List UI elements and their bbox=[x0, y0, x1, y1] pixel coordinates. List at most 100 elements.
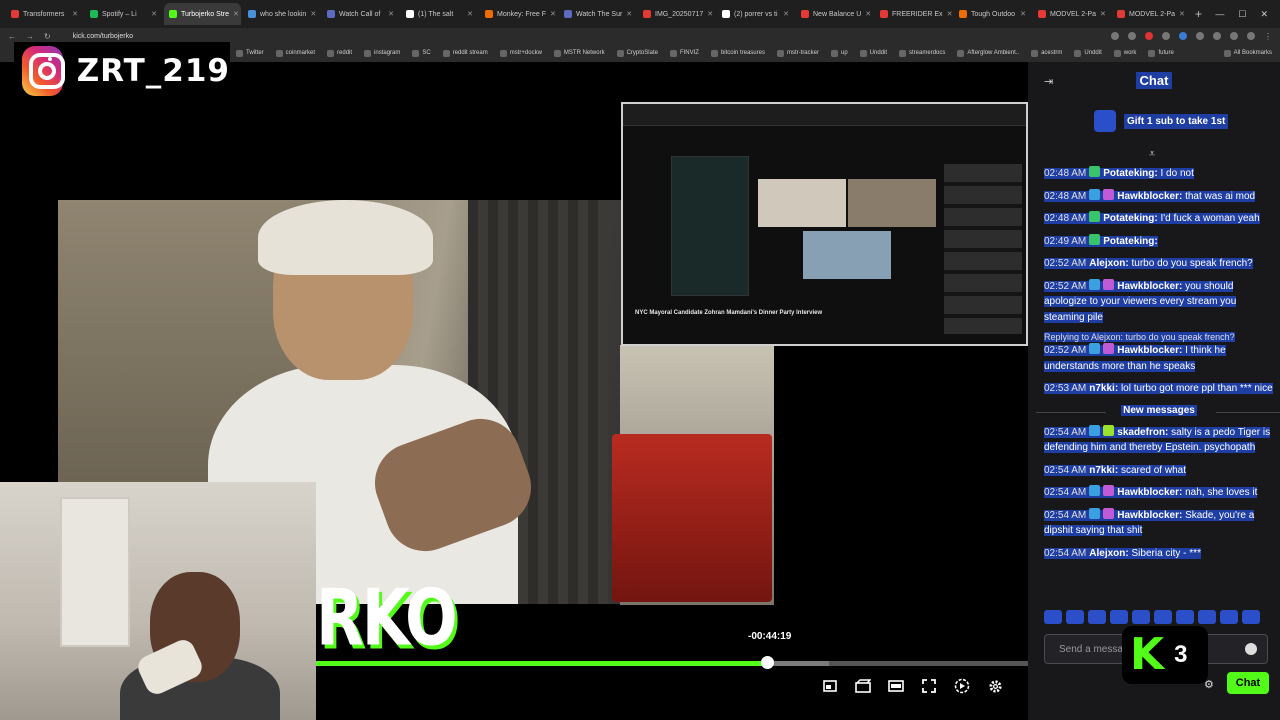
emote-icon[interactable] bbox=[1176, 610, 1194, 624]
close-tab-icon[interactable]: ✕ bbox=[1100, 10, 1106, 18]
browser-tab[interactable]: (1) The salt ✕ bbox=[401, 3, 478, 25]
emote-icon[interactable] bbox=[1088, 610, 1106, 624]
browser-tab[interactable]: Transformers ✕ bbox=[6, 3, 83, 25]
emote-icon[interactable] bbox=[1220, 610, 1238, 624]
reply-context[interactable]: Replying to Alejxon: turbo do you speak … bbox=[1044, 332, 1274, 342]
miniplayer-icon[interactable] bbox=[822, 678, 838, 694]
progress-bar[interactable] bbox=[316, 661, 1028, 666]
bookmark-item[interactable]: FINVIZ bbox=[669, 49, 699, 57]
bookmark-item[interactable]: mstr-tracker bbox=[776, 49, 819, 57]
bookmark-item[interactable]: acestrm bbox=[1031, 49, 1062, 57]
emote-icon[interactable] bbox=[1066, 610, 1084, 624]
reload-icon[interactable]: ↻ bbox=[44, 32, 51, 41]
bookmark-item[interactable]: streamerdocs bbox=[899, 49, 945, 57]
message-username[interactable]: Potateking: bbox=[1103, 236, 1157, 247]
new-tab-button[interactable]: + bbox=[1195, 7, 1202, 21]
bookmark-item[interactable]: Unddit bbox=[1074, 49, 1102, 57]
emote-icon[interactable] bbox=[1110, 610, 1128, 624]
chat-send-button[interactable]: Chat bbox=[1227, 672, 1269, 694]
theater-icon[interactable] bbox=[888, 678, 904, 694]
bookmark-item[interactable]: reddit stream bbox=[442, 49, 488, 57]
close-tab-icon[interactable]: ✕ bbox=[1020, 10, 1026, 18]
message-username[interactable]: Hawkblocker: bbox=[1117, 345, 1182, 356]
gift-sub-button[interactable]: Gift 1 sub to take 1st bbox=[1094, 110, 1229, 132]
bookmark-item[interactable]: coinmarket bbox=[275, 49, 315, 57]
chat-message[interactable]: 02:54 AM Alejxon: Siberia city - *** bbox=[1044, 546, 1274, 562]
profile-avatar[interactable] bbox=[1247, 32, 1255, 40]
message-username[interactable]: Hawkblocker: bbox=[1117, 281, 1182, 292]
chat-message[interactable]: 02:52 AM Hawkblocker: you should apologiz… bbox=[1044, 278, 1274, 326]
bookmark-item[interactable]: up bbox=[830, 49, 848, 57]
close-tab-icon[interactable]: ✕ bbox=[151, 10, 157, 18]
bookmark-item[interactable]: SC bbox=[412, 49, 431, 57]
url-field[interactable]: kick.com/turbojerko bbox=[73, 33, 133, 40]
message-username[interactable]: Hawkblocker: bbox=[1117, 510, 1182, 521]
chat-message[interactable]: 02:48 AM Potateking: I do not bbox=[1044, 166, 1274, 182]
settings-icon[interactable] bbox=[987, 678, 1003, 694]
close-tab-icon[interactable]: ✕ bbox=[707, 10, 713, 18]
bookmark-item[interactable]: bitcoin treasures bbox=[710, 49, 765, 57]
extension-icon[interactable] bbox=[1145, 32, 1153, 40]
close-tab-icon[interactable]: ✕ bbox=[1179, 10, 1185, 18]
message-username[interactable]: Potateking: bbox=[1103, 168, 1157, 179]
chat-message[interactable]: 02:49 AM Potateking: bbox=[1044, 233, 1274, 250]
message-username[interactable]: Hawkblocker: bbox=[1117, 191, 1182, 202]
close-tab-icon[interactable]: ✕ bbox=[783, 10, 789, 18]
close-tab-icon[interactable]: ✕ bbox=[388, 10, 394, 18]
video-player[interactable]: NYC Mayoral Candidate Zohran Mamdani's D… bbox=[0, 62, 1028, 720]
browser-tab[interactable]: who she lookin ✕ bbox=[243, 3, 320, 25]
browser-menu-icon[interactable]: ⋮ bbox=[1264, 32, 1272, 41]
emote-icon[interactable] bbox=[1242, 610, 1260, 624]
browser-tab[interactable]: IMG_20250717 ✕ bbox=[638, 3, 715, 25]
chat-message[interactable]: 02:48 AM Hawkblocker: that was ai mod bbox=[1044, 188, 1274, 205]
all-bookmarks[interactable]: All Bookmarks bbox=[1223, 49, 1272, 57]
back-icon[interactable]: ← bbox=[8, 32, 16, 41]
browser-tab[interactable]: Monkey: Free F ✕ bbox=[480, 3, 557, 25]
close-tab-icon[interactable]: ✕ bbox=[626, 10, 632, 18]
message-username[interactable]: Alejxon: bbox=[1089, 548, 1128, 559]
browser-tab[interactable]: Turbojerko Stre ✕ bbox=[164, 3, 241, 25]
extension-icon[interactable] bbox=[1196, 32, 1204, 40]
browser-tab[interactable]: MODVEL 2-Pa ✕ bbox=[1112, 3, 1189, 25]
chat-settings-icon[interactable]: ⚙ bbox=[1204, 678, 1214, 691]
close-window-icon[interactable]: ✕ bbox=[1260, 9, 1268, 20]
extension-icon[interactable] bbox=[1179, 32, 1187, 40]
browser-tab[interactable]: FREERIDER Ex ✕ bbox=[875, 3, 952, 25]
clip-icon[interactable] bbox=[855, 678, 871, 694]
browser-tab[interactable]: Spotify – Li ✕ bbox=[85, 3, 162, 25]
chat-message[interactable]: 02:54 AM skadefron: salty is a pedo Tiger… bbox=[1044, 424, 1274, 456]
close-tab-icon[interactable]: ✕ bbox=[550, 10, 556, 18]
chat-message[interactable]: 02:54 AM Hawkblocker: nah, she loves it bbox=[1044, 485, 1274, 501]
chat-message[interactable]: 02:53 AM n7kki: lol turbo got more ppl th… bbox=[1044, 381, 1274, 397]
emote-icon[interactable] bbox=[1044, 610, 1062, 624]
chat-message[interactable]: 02:54 AM n7kki: scared of what bbox=[1044, 463, 1274, 479]
message-username[interactable]: skadefron: bbox=[1117, 427, 1168, 438]
close-tab-icon[interactable]: ✕ bbox=[72, 10, 78, 18]
emoji-icon[interactable] bbox=[1245, 643, 1257, 655]
emote-icon[interactable] bbox=[1154, 610, 1172, 624]
browser-tab[interactable]: Tough Outdoo ✕ bbox=[954, 3, 1031, 25]
message-username[interactable]: Potateking: bbox=[1103, 213, 1157, 224]
bookmark-item[interactable]: Twitter bbox=[236, 49, 264, 57]
emote-icon[interactable] bbox=[1132, 610, 1150, 624]
emote-icon[interactable] bbox=[1198, 610, 1216, 624]
extensions-puzzle-icon[interactable] bbox=[1230, 32, 1238, 40]
browser-tab[interactable]: MODVEL 2-Pa ✕ bbox=[1033, 3, 1110, 25]
message-username[interactable]: Hawkblocker: bbox=[1117, 487, 1182, 498]
fullscreen-icon[interactable] bbox=[921, 678, 937, 694]
maximize-icon[interactable]: ☐ bbox=[1238, 9, 1246, 20]
pinned-sort-icon[interactable]: ⩡ bbox=[1149, 148, 1155, 161]
message-username[interactable]: n7kki: bbox=[1089, 383, 1118, 394]
bookmark-item[interactable]: MSTR Network bbox=[553, 49, 605, 57]
zoom-icon[interactable] bbox=[1111, 32, 1119, 40]
close-tab-icon[interactable]: ✕ bbox=[865, 10, 871, 18]
browser-tab[interactable]: Watch Call of ✕ bbox=[322, 3, 399, 25]
chat-message[interactable]: 02:48 AM Potateking: I'd fuck a woman yea… bbox=[1044, 211, 1274, 227]
browser-tab[interactable]: New Balance U ✕ bbox=[796, 3, 873, 25]
message-username[interactable]: n7kki: bbox=[1089, 465, 1118, 476]
forward-icon[interactable]: → bbox=[26, 32, 34, 41]
extension-icon[interactable] bbox=[1162, 32, 1170, 40]
bookmark-item[interactable]: work bbox=[1113, 49, 1136, 57]
minimize-icon[interactable]: — bbox=[1215, 9, 1224, 20]
chat-message[interactable]: 02:54 AM Hawkblocker: Skade, you're a dip… bbox=[1044, 507, 1274, 539]
